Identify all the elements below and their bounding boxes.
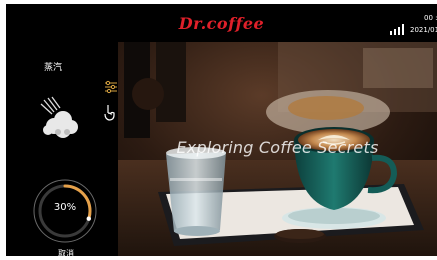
clock-time: 00 : (424, 14, 437, 22)
hero-banner[interactable]: Exploring Coffee Secrets (118, 42, 437, 256)
left-panel: 蒸汽 30% 取消 (6, 42, 118, 256)
settings-sliders-icon[interactable] (105, 80, 117, 94)
touch-hand-icon[interactable] (102, 104, 116, 122)
signal-bars-icon (390, 24, 406, 35)
machine-screen: Dr.coffee 00 : 2021/01 蒸汽 30% 取消 Explori… (6, 4, 437, 256)
hero-caption: Exploring Coffee Secrets (176, 138, 379, 157)
carousel-indicator[interactable] (268, 245, 289, 251)
steam-icon[interactable] (36, 96, 86, 142)
progress-percent: 30% (53, 202, 77, 213)
clock-date: 2021/01 (410, 26, 437, 34)
brand-logo: Dr.coffee (178, 14, 265, 33)
top-bar: Dr.coffee 00 : 2021/01 (6, 4, 437, 42)
cancel-button[interactable]: 取消 (58, 248, 74, 256)
mode-label: 蒸汽 (44, 63, 63, 73)
